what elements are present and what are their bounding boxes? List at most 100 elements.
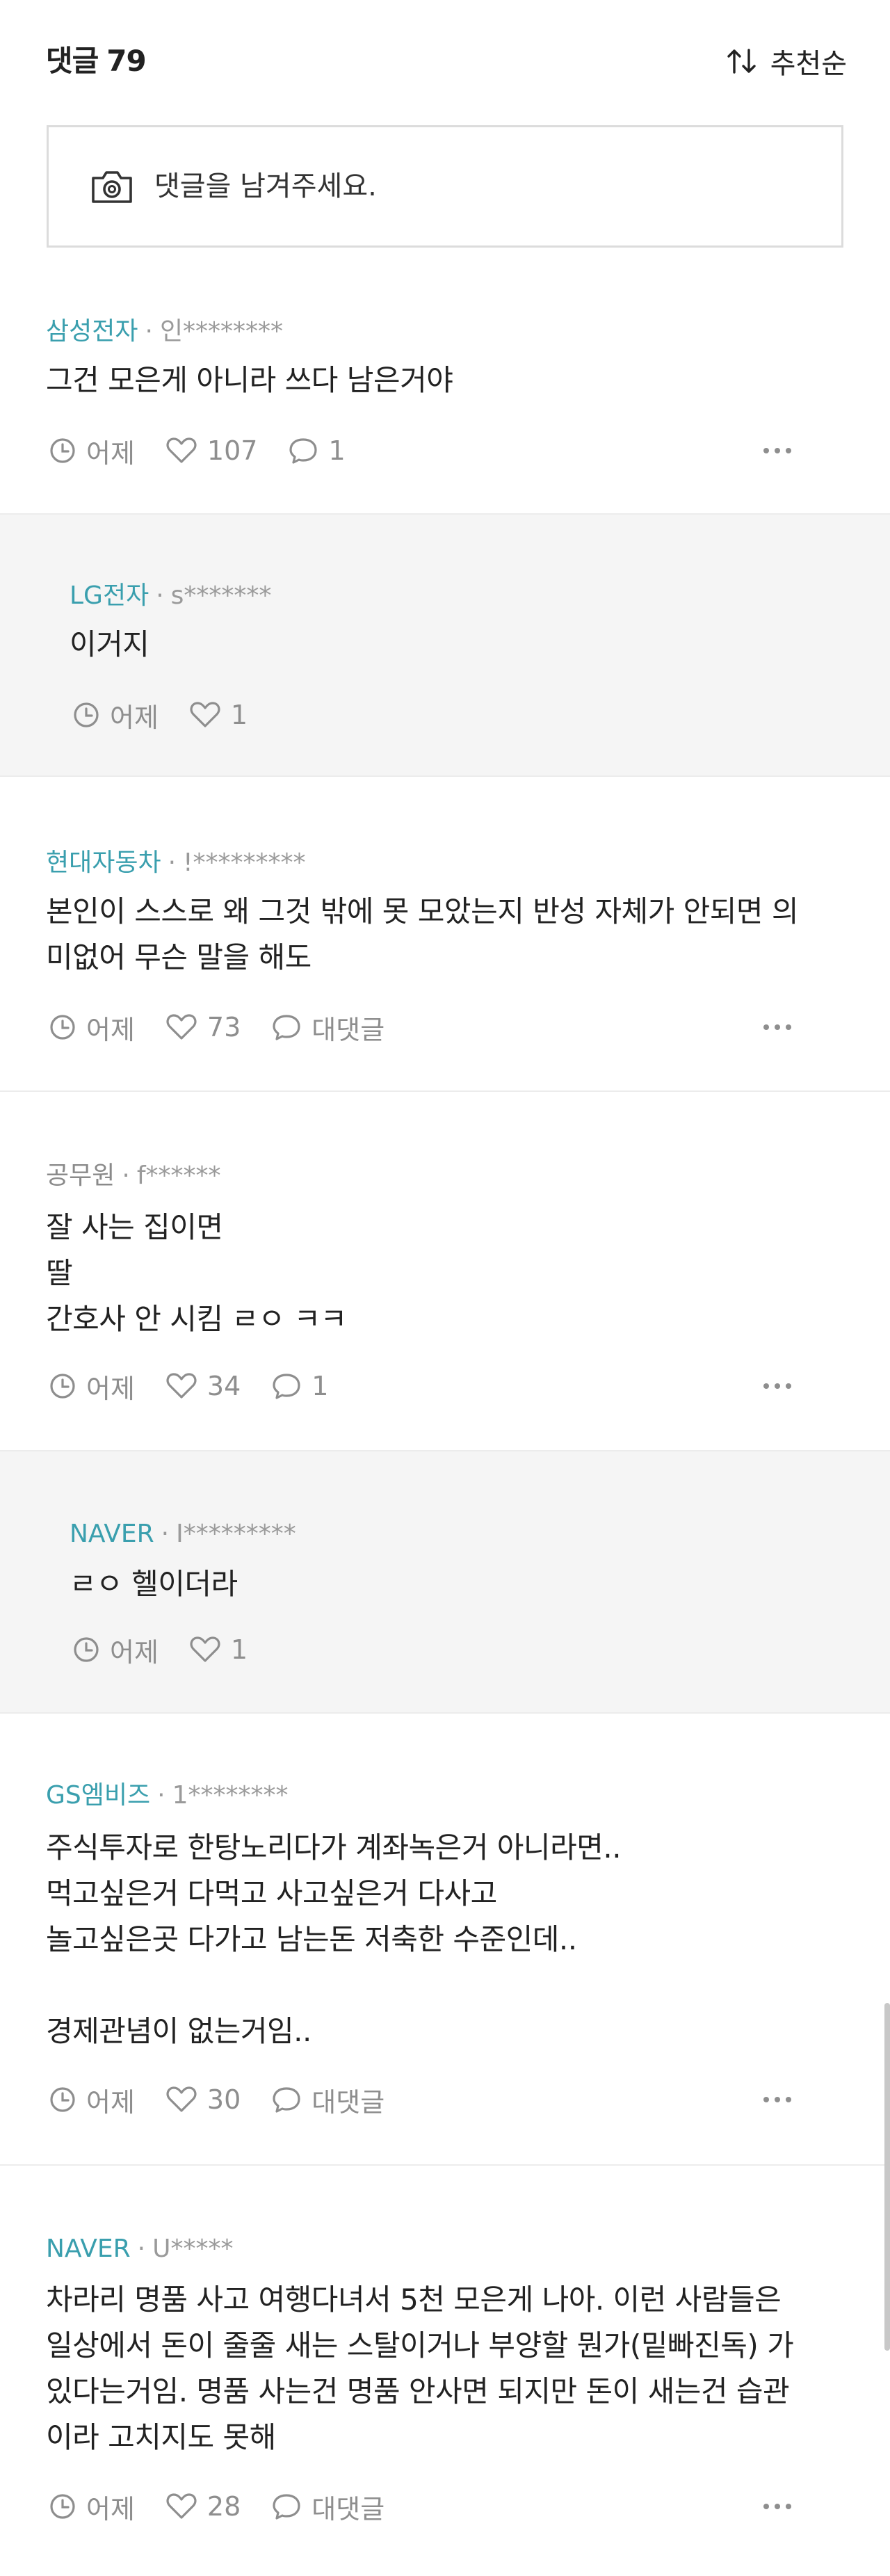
comment-company[interactable]: 공무원 (46, 1161, 115, 1190)
comments-title-label: 댓글 (46, 44, 99, 78)
speech-bubble-icon (273, 1374, 300, 1399)
comment-meta: 현대자동차 · !********* (46, 848, 306, 878)
heart-icon (190, 702, 220, 727)
sort-button[interactable]: 추천순 (726, 40, 847, 82)
comment-time: 어제 (72, 1631, 159, 1669)
comment-input[interactable]: 댓글을 남겨주세요. (47, 125, 843, 248)
heart-icon (166, 2086, 197, 2112)
meta-separator: · (145, 317, 153, 346)
reply-item: LG전자 · s******* 이거지 어제 1 (0, 513, 890, 775)
comment-user: 1******** (172, 1781, 289, 1810)
reply-count: 대댓글 (312, 1014, 385, 1045)
like-count: 107 (207, 435, 258, 466)
comment-time: 어제 (49, 2081, 135, 2119)
clock-icon (74, 1637, 99, 1662)
comment-item: 삼성전자 · 인******** 그건 모은게 아니라 쓰다 남은거야 어제 107… (0, 282, 890, 513)
reply-button[interactable]: 대댓글 (271, 1008, 385, 1047)
like-count: 73 (207, 1012, 241, 1043)
like-count: 30 (207, 2084, 241, 2115)
more-dots-icon[interactable] (763, 1383, 791, 1389)
heart-icon (166, 1373, 197, 1399)
comment-actions: 어제 30 대댓글 (49, 2081, 841, 2119)
comment-time-label: 어제 (86, 2493, 135, 2525)
reply-button[interactable]: 대댓글 (271, 2488, 385, 2526)
like-button[interactable]: 1 (189, 700, 248, 730)
comment-actions: 어제 107 1 (49, 432, 841, 470)
scrollbar[interactable] (884, 2003, 890, 2351)
like-button[interactable]: 34 (165, 1371, 241, 1401)
like-button[interactable]: 107 (165, 435, 258, 466)
comment-text: 그건 모은게 아니라 쓰다 남은거야 (46, 363, 453, 397)
reply-count: 대댓글 (312, 2086, 385, 2118)
more-dots-icon[interactable] (763, 2097, 791, 2102)
comment-user: I********* (176, 1520, 296, 1548)
meta-separator: · (168, 848, 177, 877)
more-dots-icon[interactable] (763, 2504, 791, 2509)
comment-user: U***** (152, 2235, 234, 2263)
comment-item: NAVER · U***** 차라리 명품 사고 여행다녀서 5천 모은게 나아. … (0, 2164, 890, 2576)
comment-meta: LG전자 · s******* (70, 581, 271, 611)
comment-company[interactable]: LG전자 (70, 581, 149, 610)
comment-meta: GS엠비즈 · 1******** (46, 1780, 288, 1811)
comment-user: s******* (170, 581, 272, 610)
reply-count: 대댓글 (312, 2493, 385, 2525)
comment-company[interactable]: NAVER (46, 2235, 131, 2263)
reply-button[interactable]: 1 (288, 435, 346, 466)
comment-text: 잘 사는 집이면 딸 간호사 안 시킴 ㄹㅇ ㅋㅋ (46, 1210, 347, 1336)
reply-button[interactable]: 1 (271, 1371, 328, 1401)
comment-input-placeholder: 댓글을 남겨주세요. (154, 170, 377, 202)
comment-time-label: 어제 (110, 1636, 159, 1668)
comment-actions: 어제 1 (72, 696, 837, 734)
comment-text: 차라리 명품 사고 여행다녀서 5천 모은게 나아. 이런 사람들은 일상에서 … (46, 2283, 794, 2454)
comment-text: ㄹㅇ 헬이더라 (70, 1567, 238, 1601)
reply-count: 1 (328, 435, 346, 466)
comment-user: 인******** (159, 317, 284, 346)
comment-user: !********* (183, 848, 306, 877)
meta-separator: · (122, 1161, 130, 1190)
comment-company[interactable]: NAVER (70, 1520, 154, 1548)
like-count: 28 (207, 2491, 241, 2522)
reply-item: NAVER · I********* ㄹㅇ 헬이더라 어제 1 (0, 1450, 890, 1712)
speech-bubble-icon (273, 2087, 300, 2113)
comment-time: 어제 (49, 1008, 135, 1047)
comments-header: 댓글 79 추천순 (0, 0, 890, 122)
comment-user: f****** (136, 1161, 221, 1190)
comment-count: 79 (106, 44, 146, 78)
comment-time: 어제 (49, 1367, 135, 1406)
comment-company[interactable]: 현대자동차 (46, 848, 161, 877)
like-button[interactable]: 28 (165, 2491, 241, 2522)
comment-actions: 어제 34 1 (49, 1367, 841, 1406)
like-button[interactable]: 1 (189, 1634, 248, 1665)
more-dots-icon[interactable] (763, 448, 791, 453)
comment-item: 공무원 · f****** 잘 사는 집이면 딸 간호사 안 시킴 ㄹㅇ ㅋㅋ 어제… (0, 1090, 890, 1450)
reply-button[interactable]: 대댓글 (271, 2081, 385, 2119)
meta-separator: · (156, 581, 164, 610)
comment-time: 어제 (72, 696, 159, 734)
comment-time-label: 어제 (110, 702, 159, 733)
comment-text: 주식투자로 한탕노리다가 계좌녹은거 아니라면.. 먹고싶은거 다먹고 사고싶은… (46, 1830, 622, 2048)
comment-company[interactable]: GS엠비즈 (46, 1781, 150, 1810)
like-button[interactable]: 73 (165, 1012, 241, 1043)
comment-time: 어제 (49, 432, 135, 470)
camera-icon[interactable] (90, 168, 134, 204)
comment-item: GS엠비즈 · 1******** 주식투자로 한탕노리다가 계좌녹은거 아니라면.… (0, 1712, 890, 2164)
heart-icon (190, 1636, 220, 1662)
like-count: 34 (207, 1371, 241, 1401)
reply-count: 1 (312, 1371, 329, 1401)
more-dots-icon[interactable] (763, 1024, 791, 1030)
like-button[interactable]: 30 (165, 2084, 241, 2115)
like-count: 1 (230, 1634, 248, 1665)
heart-icon (166, 2493, 197, 2519)
comment-actions: 어제 28 대댓글 (49, 2488, 841, 2526)
comment-time-label: 어제 (86, 2086, 135, 2118)
clock-icon (50, 2494, 75, 2519)
comment-company[interactable]: 삼성전자 (46, 317, 138, 346)
comment-text: 본인이 스스로 왜 그것 밖에 못 모았는지 반성 자체가 안되면 의 미없어 … (46, 894, 799, 974)
sort-arrows-icon (727, 49, 756, 74)
comment-text: 이거지 (70, 627, 149, 661)
like-count: 1 (230, 700, 248, 730)
sort-label: 추천순 (770, 48, 847, 80)
meta-separator: · (161, 1520, 170, 1548)
heart-icon (166, 437, 197, 463)
heart-icon (166, 1014, 197, 1040)
